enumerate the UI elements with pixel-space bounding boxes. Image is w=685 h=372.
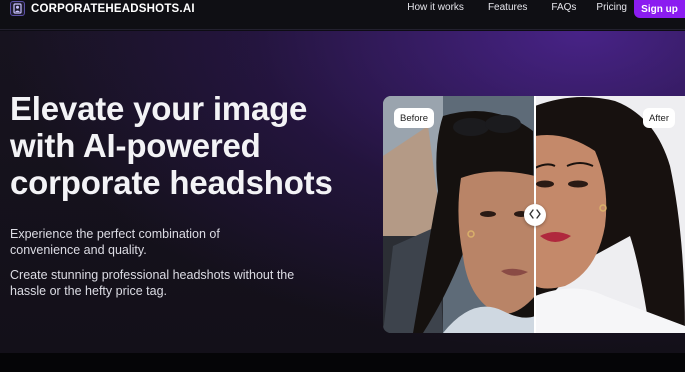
hero-headline: Elevate your image with AI-powered corpo… — [10, 90, 370, 201]
headline-line-3: corporate headshots — [10, 164, 333, 201]
headline-line-1: Elevate your image — [10, 90, 308, 127]
footer-strip — [0, 353, 685, 372]
brand-logo[interactable]: CORPORATEHEADSHOTS.AI — [10, 0, 195, 17]
top-nav: CORPORATEHEADSHOTS.AI How it works Featu… — [0, 0, 685, 30]
page: CORPORATEHEADSHOTS.AI How it works Featu… — [0, 0, 685, 372]
before-label: Before — [394, 108, 434, 128]
before-after-compare[interactable]: Before After — [383, 96, 685, 333]
compare-slider-handle[interactable] — [524, 204, 546, 226]
nav-link-pricing[interactable]: Pricing — [596, 2, 627, 13]
after-image — [535, 96, 685, 333]
nav-link-faqs[interactable]: FAQs — [551, 2, 576, 13]
hero-paragraph-2: Create stunning professional headshots w… — [10, 268, 295, 298]
hero-paragraph-1: Experience the perfect combination of co… — [10, 227, 220, 257]
nav-link-how-it-works[interactable]: How it works — [407, 2, 464, 13]
chevron-left-right-icon — [529, 206, 541, 224]
headline-line-2: with AI-powered — [10, 127, 261, 164]
brand-name: CORPORATEHEADSHOTS.AI — [31, 2, 195, 15]
nav-link-features[interactable]: Features — [488, 2, 527, 13]
nav-links: How it works Features FAQs Pricing — [407, 0, 627, 14]
signup-button[interactable]: Sign up — [634, 0, 685, 18]
before-image — [383, 96, 535, 333]
logo-mark-icon — [10, 1, 25, 16]
after-label: After — [642, 108, 675, 128]
